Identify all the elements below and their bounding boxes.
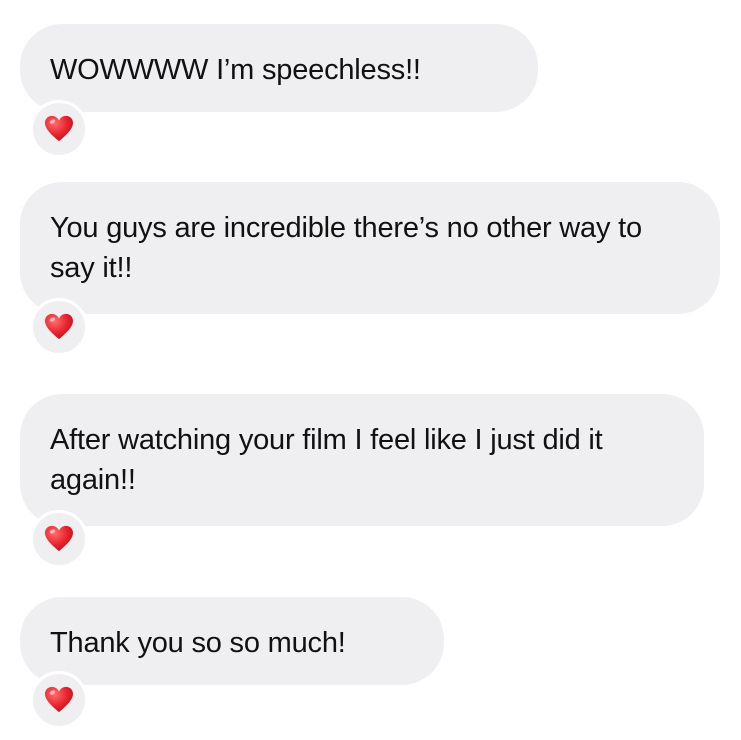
message-4: Thank you so so much! [20,597,444,729]
message-bubble[interactable]: After watching your film I feel like I j… [20,394,704,526]
heart-icon [45,313,73,340]
message-thread: WOWWWW I’m speechless!! You guys are inc… [0,0,741,740]
message-text: You guys are incredible there’s no other… [50,212,642,284]
message-text: WOWWWW I’m speechless!! [50,54,421,86]
message-bubble[interactable]: WOWWWW I’m speechless!! [20,24,538,112]
heart-icon [45,686,73,713]
reaction-badge[interactable] [30,510,88,568]
heart-icon [45,115,73,142]
message-text: Thank you so so much! [50,627,346,659]
message-1: WOWWWW I’m speechless!! [20,24,538,158]
reaction-badge[interactable] [30,671,88,729]
heart-icon [45,525,73,552]
message-2: You guys are incredible there’s no other… [20,182,720,356]
message-bubble[interactable]: Thank you so so much! [20,597,444,685]
reaction-badge[interactable] [30,100,88,158]
message-text: After watching your film I feel like I j… [50,424,603,496]
message-3: After watching your film I feel like I j… [20,394,704,568]
message-bubble[interactable]: You guys are incredible there’s no other… [20,182,720,314]
reaction-badge[interactable] [30,298,88,356]
